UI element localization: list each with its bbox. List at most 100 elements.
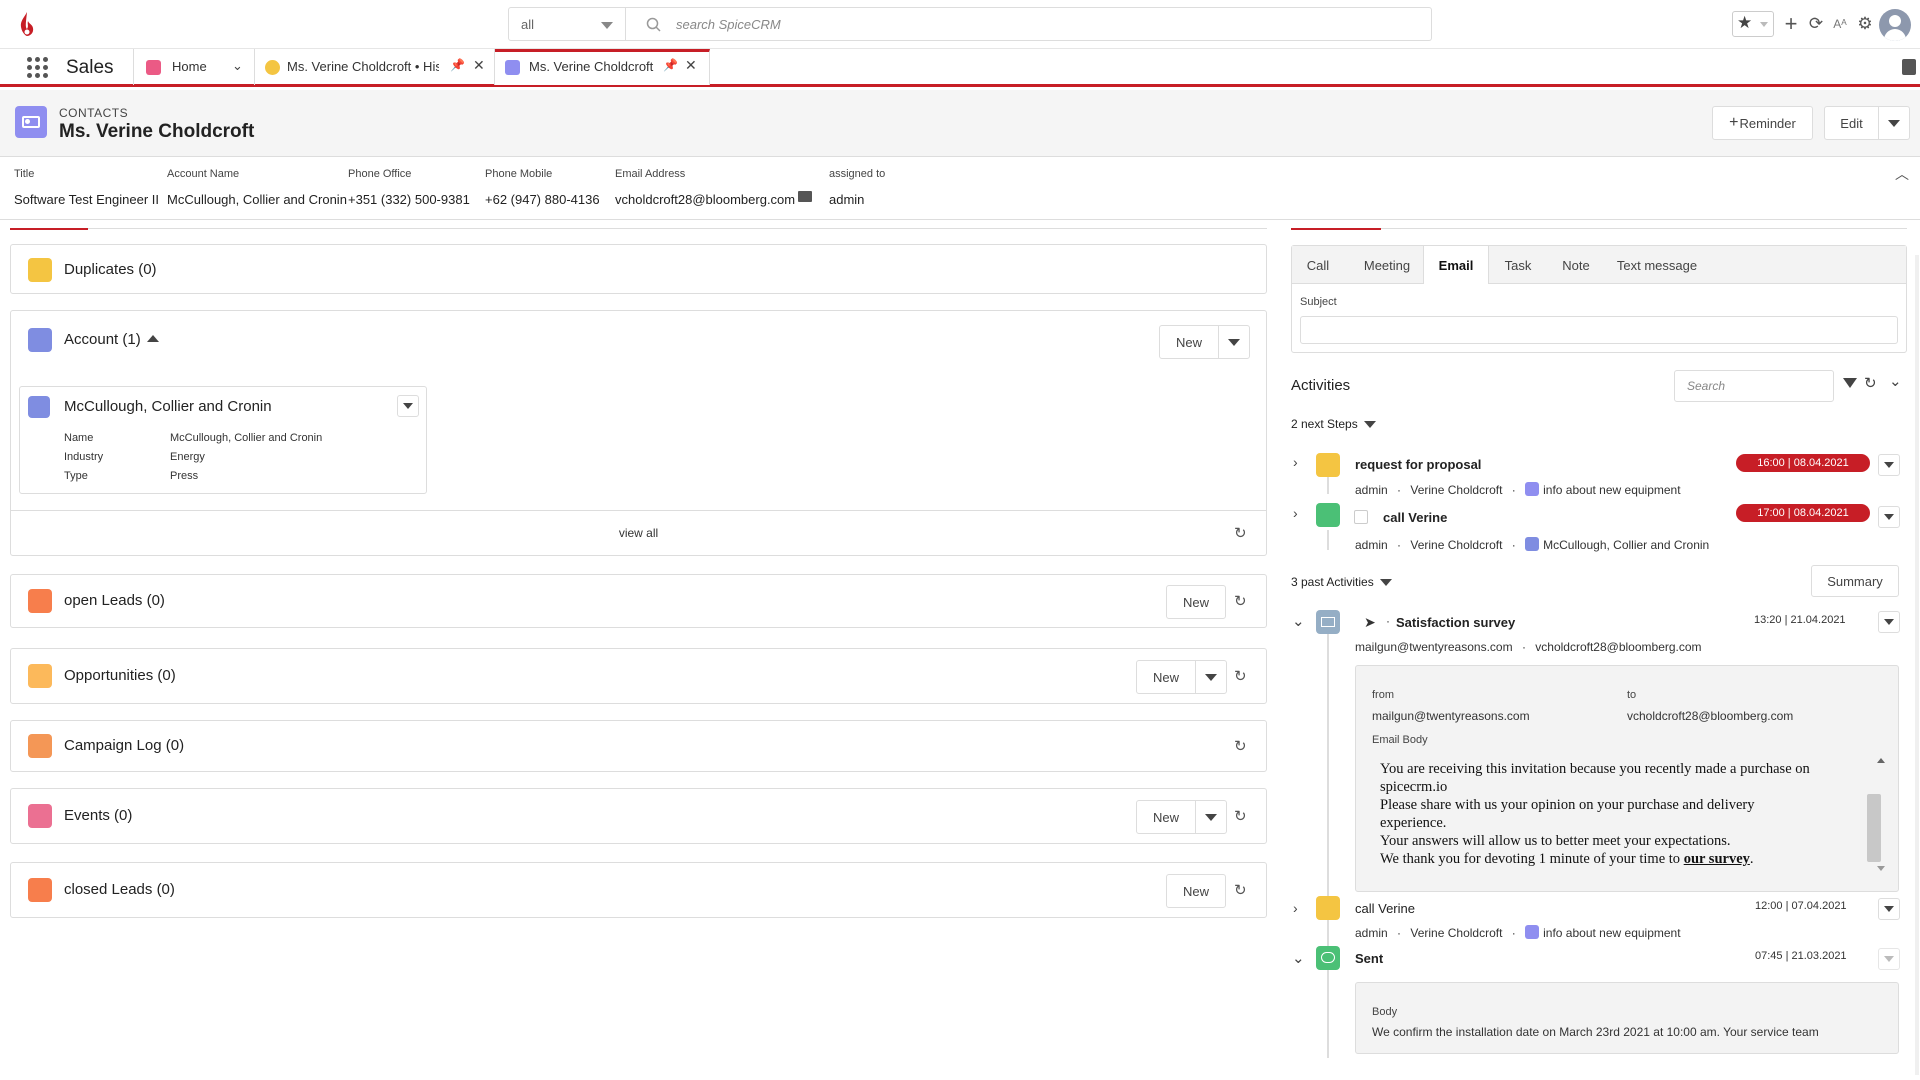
chevron-down-icon[interactable]: ⌄	[1292, 612, 1305, 630]
email-body-scrollbar[interactable]	[1867, 794, 1881, 862]
activity-title[interactable]: Satisfaction survey	[1396, 615, 1515, 630]
sync-icon[interactable]: ⟳	[1805, 13, 1827, 35]
plus-icon[interactable]: +	[1780, 11, 1802, 36]
edit-button[interactable]: Edit	[1824, 106, 1879, 140]
activity-actions-dropdown[interactable]	[1878, 948, 1900, 970]
pin-icon[interactable]: 📌	[663, 58, 678, 72]
search-scope-select[interactable]: all	[508, 7, 626, 41]
field-value-email[interactable]: vcholdcroft28@bloomberg.com	[615, 192, 795, 207]
tab-note[interactable]: Note	[1547, 246, 1605, 284]
notes-icon[interactable]	[1902, 59, 1916, 75]
activity-actions-dropdown[interactable]	[1878, 611, 1900, 633]
chevron-right-icon[interactable]: ›	[1293, 505, 1298, 521]
account-panel-dropdown[interactable]	[1218, 325, 1250, 359]
field-value-phone-mobile[interactable]: +62 (947) 880-4136	[485, 192, 600, 207]
activity-contact[interactable]: Verine Choldcroft	[1410, 926, 1502, 940]
events-panel[interactable]: Events (0) New ↻	[10, 788, 1267, 844]
chevron-down-icon[interactable]: ⌄	[232, 58, 243, 74]
tab-meeting[interactable]: Meeting	[1344, 246, 1430, 284]
duplicates-panel[interactable]: Duplicates (0)	[10, 244, 1267, 294]
chevron-down-icon[interactable]: ⌄	[1292, 949, 1305, 967]
header-actions-dropdown[interactable]	[1878, 106, 1910, 140]
chevron-down-icon[interactable]: ⌄	[1889, 372, 1902, 390]
subject-input[interactable]	[1300, 316, 1898, 344]
refresh-icon[interactable]: ↻	[1234, 807, 1252, 825]
activity-actions-dropdown[interactable]	[1878, 898, 1900, 920]
activities-search-input[interactable]: Search	[1674, 370, 1834, 402]
activity-user[interactable]: admin	[1355, 483, 1388, 497]
tab-contact[interactable]: Ms. Verine Choldcroft 📌 ✕	[495, 49, 710, 85]
new-opportunity-button[interactable]: New	[1136, 660, 1196, 694]
refresh-icon[interactable]: ↻	[1234, 524, 1252, 542]
tab-call[interactable]: Call	[1292, 246, 1344, 284]
past-activities-toggle[interactable]: 3 past Activities	[1291, 575, 1392, 589]
from-label: from	[1372, 689, 1394, 701]
refresh-icon[interactable]: ↻	[1864, 374, 1877, 392]
account-card-title[interactable]: McCullough, Collier and Cronin	[64, 398, 272, 415]
closed-leads-panel[interactable]: closed Leads (0) New ↻	[10, 862, 1267, 918]
refresh-icon[interactable]: ↻	[1234, 667, 1252, 685]
panel-title[interactable]: Account (1)	[64, 331, 159, 348]
pin-icon[interactable]: 📌	[450, 58, 465, 72]
app-launcher-icon[interactable]	[27, 57, 49, 79]
chevron-up-icon[interactable]: ︿	[1895, 164, 1909, 184]
activity-actions-dropdown[interactable]	[1878, 506, 1900, 528]
activity-contact[interactable]: Verine Choldcroft	[1410, 538, 1502, 552]
refresh-icon[interactable]: ↻	[1234, 881, 1252, 899]
spicecrm-logo[interactable]	[16, 10, 38, 38]
next-steps-label: 2 next Steps	[1291, 417, 1358, 431]
envelope-icon[interactable]	[798, 191, 812, 202]
activity-related[interactable]: info about new equipment	[1543, 483, 1680, 497]
field-value-phone-office[interactable]: +351 (332) 500-9381	[348, 192, 470, 207]
activity-actions-dropdown[interactable]	[1878, 454, 1900, 476]
activity-title[interactable]: call Verine	[1383, 510, 1447, 525]
event-dropdown[interactable]	[1195, 800, 1227, 834]
tab-task[interactable]: Task	[1489, 246, 1547, 284]
scroll-up-icon[interactable]	[1877, 758, 1885, 763]
account-card-dropdown[interactable]	[397, 395, 419, 417]
activity-title[interactable]: call Verine	[1355, 901, 1415, 916]
tab-email[interactable]: Email	[1423, 246, 1489, 284]
next-steps-toggle[interactable]: 2 next Steps	[1291, 417, 1376, 431]
summary-button[interactable]: Summary	[1811, 565, 1899, 597]
refresh-icon[interactable]: ↻	[1234, 737, 1252, 755]
chevron-right-icon[interactable]: ›	[1293, 900, 1298, 916]
opportunity-dropdown[interactable]	[1195, 660, 1227, 694]
opportunities-panel[interactable]: Opportunities (0) New ↻	[10, 648, 1267, 704]
field-value-account[interactable]: McCullough, Collier and Cronin	[167, 192, 347, 207]
new-lead-button[interactable]: New	[1166, 585, 1226, 619]
activity-related[interactable]: McCullough, Collier and Cronin	[1543, 538, 1709, 552]
filter-icon[interactable]	[1843, 378, 1857, 388]
refresh-icon[interactable]: ↻	[1234, 592, 1252, 610]
reminder-button[interactable]: + Reminder	[1712, 106, 1813, 140]
survey-link[interactable]: our survey	[1684, 851, 1750, 867]
favorites-button[interactable]: ★	[1732, 11, 1774, 37]
tab-home[interactable]: Home ⌄	[133, 49, 255, 85]
close-icon[interactable]: ✕	[473, 57, 485, 74]
activity-user[interactable]: admin	[1355, 538, 1388, 552]
tab-text-message[interactable]: Text message	[1605, 246, 1709, 284]
activity-contact[interactable]: Verine Choldcroft	[1410, 483, 1502, 497]
new-closed-lead-button[interactable]: New	[1166, 874, 1226, 908]
opportunity-icon	[1525, 482, 1540, 496]
language-icon[interactable]: Aᴬ	[1829, 13, 1851, 35]
activity-user[interactable]: admin	[1355, 926, 1388, 940]
view-all-link[interactable]: view all	[11, 526, 1266, 540]
new-event-button[interactable]: New	[1136, 800, 1196, 834]
user-avatar[interactable]	[1879, 9, 1911, 41]
tab-contact-history[interactable]: Ms. Verine Choldcroft • Hist 📌 ✕	[255, 49, 495, 85]
campaign-log-panel[interactable]: Campaign Log (0) ↻	[10, 720, 1267, 772]
global-search-input[interactable]: search SpiceCRM	[626, 7, 1432, 41]
activity-related[interactable]: info about new equipment	[1543, 926, 1680, 940]
chevron-right-icon[interactable]: ›	[1293, 454, 1298, 470]
account-card[interactable]: McCullough, Collier and Cronin Name McCu…	[19, 386, 427, 494]
page-scrollbar[interactable]	[1915, 255, 1919, 1075]
account-new-button[interactable]: New	[1159, 325, 1219, 359]
activity-title[interactable]: request for proposal	[1355, 457, 1481, 472]
scroll-down-icon[interactable]	[1877, 866, 1885, 871]
close-icon[interactable]: ✕	[685, 57, 697, 74]
task-complete-checkbox[interactable]	[1354, 510, 1368, 524]
activity-title[interactable]: Sent	[1355, 951, 1383, 966]
open-leads-panel[interactable]: open Leads (0) New ↻	[10, 574, 1267, 628]
gear-icon[interactable]: ⚙	[1854, 13, 1876, 35]
